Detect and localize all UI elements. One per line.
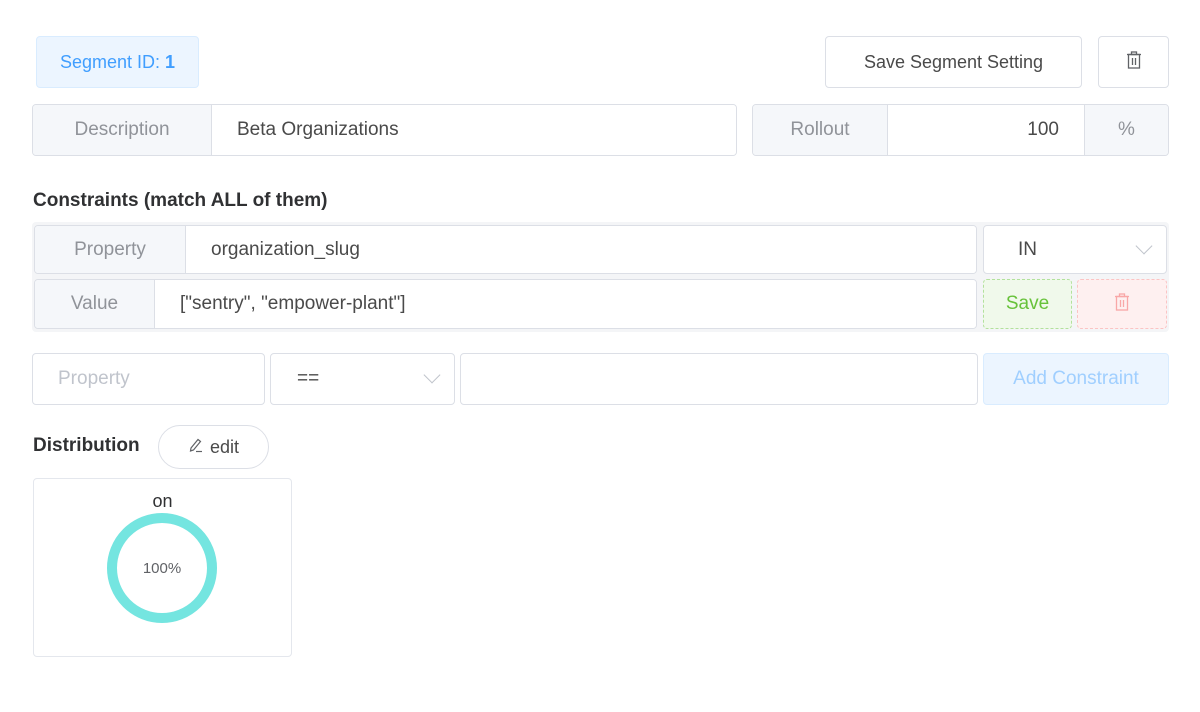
constraints-title: Constraints (match ALL of them) xyxy=(33,190,328,211)
constraint-property-label: Property xyxy=(35,226,185,273)
chevron-down-icon xyxy=(423,366,441,384)
constraint-property-group: Property organization_slug xyxy=(34,225,977,274)
delete-constraint-button[interactable] xyxy=(1077,279,1167,329)
new-constraint-property-input[interactable] xyxy=(32,353,265,405)
add-constraint-button[interactable]: Add Constraint xyxy=(983,353,1169,405)
rollout-unit: % xyxy=(1084,105,1168,155)
save-segment-button[interactable]: Save Segment Setting xyxy=(825,36,1082,88)
edit-distribution-button[interactable]: edit xyxy=(158,425,269,469)
rollout-input-group: Rollout 100 % xyxy=(752,104,1169,156)
constraint-operator-value: IN xyxy=(1018,238,1037,260)
chevron-down-icon xyxy=(1135,237,1153,254)
delete-segment-button[interactable] xyxy=(1098,36,1169,88)
trash-icon xyxy=(1114,292,1130,316)
rollout-label: Rollout xyxy=(753,105,887,155)
constraint-property-input[interactable]: organization_slug xyxy=(185,226,976,273)
distribution-card: on 100% xyxy=(33,478,292,657)
new-constraint-operator-select[interactable]: == xyxy=(270,353,455,405)
new-constraint-operator-value: == xyxy=(297,368,320,389)
constraint-value-group: Value ["sentry", "empower-plant"] xyxy=(34,279,977,329)
distribution-title: Distribution xyxy=(33,435,140,456)
description-input[interactable]: Beta Organizations xyxy=(211,105,736,155)
save-constraint-button[interactable]: Save xyxy=(983,279,1072,329)
description-input-group: Description Beta Organizations xyxy=(32,104,737,156)
trash-icon xyxy=(1126,50,1142,74)
constraint-value-label: Value xyxy=(35,280,154,328)
segment-id-value: 1 xyxy=(165,51,176,72)
pencil-icon xyxy=(188,437,204,458)
segment-id-badge: Segment ID: 1 xyxy=(36,36,199,88)
description-label: Description xyxy=(33,105,211,155)
constraint-operator-select[interactable]: IN xyxy=(983,225,1167,274)
variant-label: on xyxy=(152,491,173,511)
edit-label: edit xyxy=(209,436,240,457)
new-constraint-value-input[interactable] xyxy=(460,353,978,405)
variant-percent: 100% xyxy=(142,559,182,577)
constraint-value-input[interactable]: ["sentry", "empower-plant"] xyxy=(154,280,976,328)
segment-id-label: Segment ID: xyxy=(59,51,161,72)
rollout-input[interactable]: 100 xyxy=(887,105,1084,155)
